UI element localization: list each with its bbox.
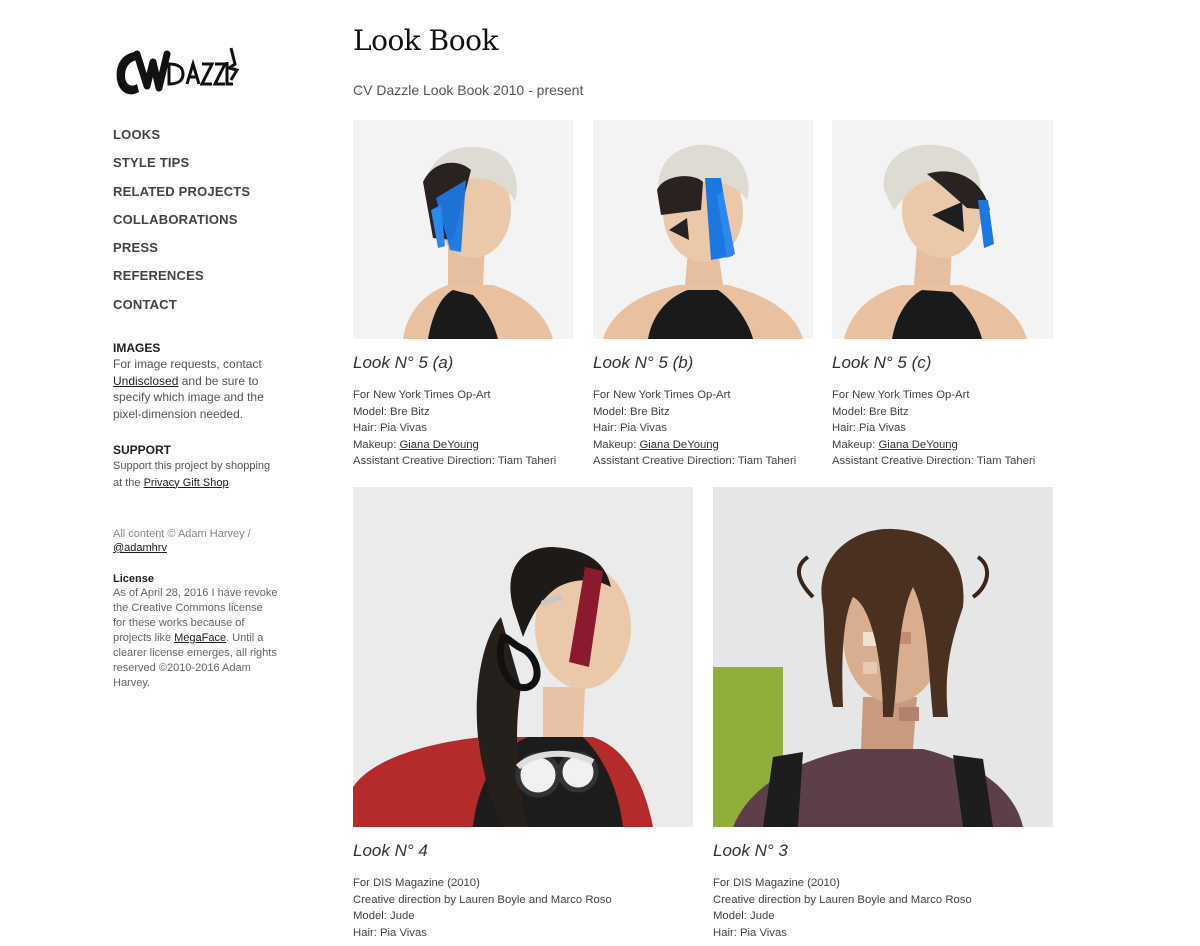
nav-contact[interactable]: CONTACT [113, 297, 177, 312]
images-heading: IMAGES [113, 341, 161, 355]
nav-looks[interactable]: LOOKS [113, 127, 160, 142]
nav-style-tips[interactable]: STYLE TIPS [113, 155, 189, 170]
page-subtitle: CV Dazzle Look Book 2010 - present [353, 82, 584, 98]
makeup-artist-link[interactable]: Giana DeYoung [639, 439, 718, 451]
support-heading: SUPPORT [113, 443, 172, 457]
look-credits: For New York Times Op-Art Model: Bre Bit… [593, 389, 797, 467]
privacy-gift-shop-link[interactable]: Privacy Gift Shop [144, 477, 229, 489]
license-heading: License [113, 573, 154, 585]
main-nav: LOOKS STYLE TIPS RELATED PROJECTS COLLAB… [113, 126, 283, 324]
look-card: Look N° 4 For DIS Magazine (2010) Creati… [353, 487, 693, 941]
look-card: Look N° 3 For DIS Magazine (2010) Creati… [713, 487, 1053, 941]
images-section: IMAGES For image requests, contact Undis… [113, 340, 283, 422]
look-title: Look N° 5 (a) [353, 353, 454, 372]
license-section: License As of April 28, 2016 I have revo… [113, 572, 278, 691]
undisclosed-link[interactable]: Undisclosed [113, 374, 178, 388]
look-card: Look N° 5 (a) For New York Times Op-Art … [353, 120, 573, 470]
megaface-link[interactable]: MegaFace [174, 632, 226, 644]
look-card: Look N° 5 (b) For New York Times Op-Art … [593, 120, 813, 470]
look-card: Look N° 5 (c) For New York Times Op-Art … [832, 120, 1053, 470]
look-5c-photo[interactable] [832, 120, 1053, 339]
images-text: For image requests, contact Undisclosed … [113, 357, 264, 421]
look-3-photo[interactable] [713, 487, 1053, 827]
look-title: Look N° 5 (b) [593, 353, 694, 372]
sidebar: LOOKS STYLE TIPS RELATED PROJECTS COLLAB… [113, 40, 283, 689]
look-title: Look N° 3 [713, 841, 788, 860]
support-text: Support this project by shopping at the … [113, 460, 271, 489]
support-section: SUPPORT Support this project by shopping… [113, 442, 273, 491]
nav-related-projects[interactable]: RELATED PROJECTS [113, 184, 250, 199]
license-text: As of April 28, 2016 I have revoke the C… [113, 587, 278, 689]
look-5a-photo[interactable] [353, 120, 573, 339]
page-title: Look Book [353, 24, 498, 57]
copyright: All content © Adam Harvey / @adamhrv [113, 528, 251, 554]
nav-references[interactable]: REFERENCES [113, 268, 204, 283]
look-credits: For New York Times Op-Art Model: Bre Bit… [832, 389, 1036, 467]
nav-collaborations[interactable]: COLLABORATIONS [113, 212, 238, 227]
look-title: Look N° 4 [353, 841, 428, 860]
look-4-photo[interactable] [353, 487, 693, 827]
look-credits: For New York Times Op-Art Model: Bre Bit… [353, 389, 557, 467]
makeup-artist-link[interactable]: Giana DeYoung [399, 439, 478, 451]
look-title: Look N° 5 (c) [832, 353, 932, 372]
look-credits: For DIS Magazine (2010) Creative directi… [353, 877, 612, 939]
look-5b-photo[interactable] [593, 120, 813, 339]
cv-dazzle-logo[interactable] [113, 40, 239, 102]
look-credits: For DIS Magazine (2010) Creative directi… [713, 877, 972, 939]
nav-press[interactable]: PRESS [113, 240, 158, 255]
makeup-artist-link[interactable]: Giana DeYoung [878, 439, 957, 451]
adamhrv-link[interactable]: @adamhrv [113, 542, 167, 554]
